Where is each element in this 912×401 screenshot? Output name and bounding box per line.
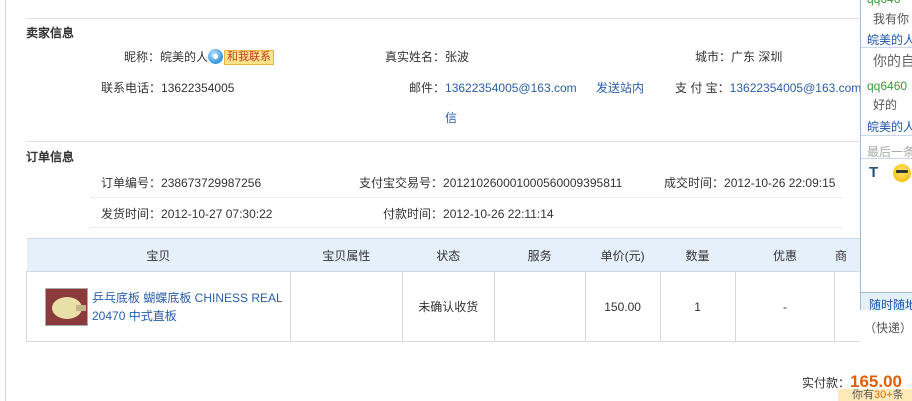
pay-time-label: 付款时间： <box>383 207 444 221</box>
col-header-item: 宝贝 <box>26 238 291 272</box>
alipay-trade-value: 201210260001000560009395811 <box>443 176 623 190</box>
item-service-cell <box>494 271 586 342</box>
chat-message-1: 我有你 <box>873 12 910 26</box>
seller-city-row: 城市：广东 深圳 <box>695 48 782 65</box>
emoji-icon[interactable] <box>893 164 911 182</box>
item-price-cell: 150.00 <box>585 271 661 342</box>
actual-payment-label: 实付款： <box>802 376 851 390</box>
item-status-cell: 未确认收货 <box>402 271 495 342</box>
divider-top <box>26 18 860 19</box>
chat-input-divider <box>861 135 912 136</box>
divider-seller-order <box>26 141 860 142</box>
ship-time-value: 2012-10-27 07:30:22 <box>161 207 273 221</box>
col-header-attributes: 宝贝属性 <box>290 238 403 272</box>
item-title-line2[interactable]: 20470 中式直板 <box>92 309 177 323</box>
item-attributes-cell <box>290 271 403 342</box>
chat-panel[interactable]: qq646 我有你 皖美的人 你的自 qq6460 好的 皖美的人 最后一条 T… <box>860 0 912 310</box>
item-cell: 乒乓底板 蝴蝶底板 CHINESS REAL 20470 中式直板 <box>26 271 291 342</box>
email-label: 邮件： <box>409 81 446 95</box>
item-thumbnail[interactable] <box>45 287 88 326</box>
phone-label: 联系电话： <box>101 81 162 95</box>
item-discount-cell: - <box>735 271 836 342</box>
seller-section-title: 卖家信息 <box>26 26 75 40</box>
deal-time-value: 2012-10-26 22:09:15 <box>724 176 836 190</box>
pay-time-value: 2012-10-26 22:11:14 <box>443 207 554 221</box>
chat-message-2: 你的自 <box>873 53 912 69</box>
city-label: 城市： <box>695 50 732 64</box>
seller-phone-row: 联系电话：13622354005 <box>101 79 234 96</box>
item-qty-cell: 1 <box>660 271 736 342</box>
seller-realname-row: 真实姓名：张波 <box>385 48 469 65</box>
chat-footer[interactable]: 随时随地 <box>861 292 912 310</box>
city-value: 广东 深圳 <box>731 50 783 64</box>
left-border <box>5 0 6 401</box>
chat-footer-label[interactable]: 随时随地 <box>869 296 912 310</box>
badge-suffix: 条 <box>892 389 904 401</box>
item-title-line1[interactable]: 乒乓底板 蝴蝶底板 CHINESS REAL <box>92 291 283 305</box>
divider-order-bottom <box>90 227 842 228</box>
ship-time-row: 发货时间：2012-10-27 07:30:22 <box>101 205 272 222</box>
alipay-trade-row: 支付宝交易号：201210260001000560009395811 <box>359 174 622 191</box>
col-header-price: 单价(元) <box>585 238 661 272</box>
alipay-trade-label: 支付宝交易号： <box>359 176 444 190</box>
col-header-status: 状态 <box>402 238 495 272</box>
order-section-title: 订单信息 <box>26 150 75 164</box>
deal-time-row: 成交时间：2012-10-26 22:09:15 <box>664 174 835 191</box>
badge-count: 30+ <box>874 389 893 401</box>
seller-alipay-row: 支 付 宝：13622354005@163.com <box>675 79 861 96</box>
col-header-discount: 优惠 <box>735 238 835 272</box>
shipping-method: （快递） <box>864 321 912 335</box>
item-title-link[interactable]: 乒乓底板 蝴蝶底板 CHINESS REAL 20470 中式直板 <box>92 289 283 325</box>
alipay-label: 支 付 宝： <box>675 81 730 95</box>
col-header-qty: 数量 <box>660 238 736 272</box>
badge-prefix: 你有 <box>852 389 874 401</box>
chat-sender-1: qq646 <box>867 0 900 6</box>
order-no-row: 订单编号：238673729987256 <box>101 174 261 191</box>
order-no-value: 238673729987256 <box>161 176 262 190</box>
chat-sender-3: qq6460 <box>867 79 908 93</box>
chat-toolbar-divider <box>861 158 912 159</box>
item-extra-cell <box>834 271 860 342</box>
pay-time-row: 付款时间：2012-10-26 22:11:14 <box>383 205 554 222</box>
order-no-label: 订单编号： <box>101 176 162 190</box>
realname-value: 张波 <box>445 50 470 64</box>
order-items-table: 宝贝 宝贝属性 状态 服务 单价(元) 数量 优惠 商 乒乓底板 蝴蝶底板 CH… <box>26 238 860 342</box>
realname-label: 真实姓名： <box>385 50 446 64</box>
nickname-label: 昵称： <box>124 50 161 64</box>
deal-time-label: 成交时间： <box>664 176 725 190</box>
send-message-link[interactable]: 发送站内 <box>596 79 644 96</box>
table-header-row: 宝贝 宝贝属性 状态 服务 单价(元) 数量 优惠 商 <box>26 238 860 272</box>
seller-email-row: 邮件：13622354005@163.com <box>409 79 577 96</box>
notification-badge[interactable]: 你有30+条 <box>838 389 912 401</box>
nickname-value: 皖美的人 <box>160 50 209 64</box>
chat-message-3: 好的 <box>873 98 898 112</box>
wangwang-icon[interactable] <box>208 49 224 64</box>
email-link[interactable]: 13622354005@163.com <box>445 81 577 95</box>
font-style-icon[interactable]: T <box>869 164 887 182</box>
ship-time-label: 发货时间： <box>101 207 162 221</box>
col-header-extra: 商 <box>834 238 860 272</box>
contact-me-button[interactable]: 和我联系 <box>224 50 275 65</box>
chat-sender-4: 皖美的人 <box>867 120 912 134</box>
table-row: 乒乓底板 蝴蝶底板 CHINESS REAL 20470 中式直板 未确认收货 1… <box>26 271 860 342</box>
alipay-link[interactable]: 13622354005@163.com <box>730 81 862 95</box>
chat-divider <box>861 47 912 48</box>
phone-value: 13622354005 <box>161 81 235 95</box>
chat-sender-2: 皖美的人 <box>867 33 912 47</box>
seller-nickname-row: 昵称：皖美的人 和我联系 <box>124 48 275 65</box>
send-message-link-cont[interactable]: 信 <box>445 109 457 126</box>
col-header-service: 服务 <box>494 238 586 272</box>
divider-order-rows <box>90 197 842 198</box>
